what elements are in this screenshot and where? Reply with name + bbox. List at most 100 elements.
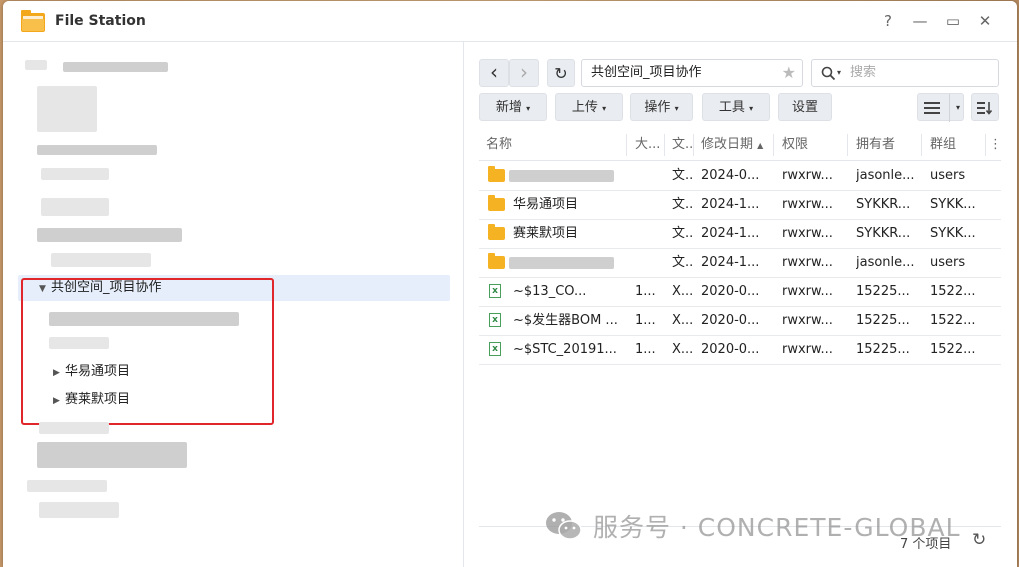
file-group: 1522... [930,284,976,299]
refresh-button[interactable]: ↻ [547,59,575,87]
file-size [635,190,661,219]
sort-button[interactable] [971,93,999,121]
file-name [513,161,625,190]
file-name: ~$13_CO... [513,284,587,299]
watermark-text: 服务号 · CONCRETE-GLOBAL [592,513,961,542]
action-button[interactable]: 操作 ▾ [630,93,693,121]
file-modified: 2024-1... [701,226,760,241]
column-header-permission[interactable]: 权限 [782,130,842,160]
file-owner: jasonle... [856,168,915,183]
column-divider[interactable] [773,134,774,156]
excel-file-icon: x [489,284,501,298]
file-permission: rwxrw... [782,226,833,241]
file-type: 文... [672,197,692,212]
close-icon[interactable]: ✕ [975,11,995,31]
file-owner: 15225... [856,313,910,328]
redacted-tree-item [41,198,109,216]
table-row[interactable]: 赛莱默项目 文... 2024-1... rwxrw... SYKKR... SYKK..… [479,219,1001,249]
create-button[interactable]: 新增 ▾ [479,93,547,121]
file-modified: 2020-0... [701,342,760,357]
dropdown-arrow-icon: ▾ [674,104,679,113]
file-size: 1... [635,342,656,357]
file-modified: 2020-0... [701,284,760,299]
red-annotation-box [21,278,274,425]
file-size [635,161,661,190]
table-row[interactable]: 文... 2024-0... rwxrw... jasonle... users [479,161,1001,191]
create-button-label: 新增 [495,100,522,115]
column-header-size[interactable]: 大... [635,130,663,160]
settings-button[interactable]: 设置 [778,93,832,121]
view-mode-button[interactable]: ▾ [917,93,964,122]
file-size [635,248,661,277]
file-permission: rwxrw... [782,342,833,357]
search-input[interactable]: ▾ 搜索 [811,59,999,87]
dropdown-arrow-icon: ▾ [602,104,607,113]
list-view-icon [924,101,940,114]
file-name: 华易通项目 [513,197,579,212]
dropdown-arrow-icon: ▾ [749,104,754,113]
file-permission: rwxrw... [782,313,833,328]
file-type: 文... [672,255,692,270]
search-placeholder: 搜索 [850,65,877,80]
redacted-tree-item [37,145,157,155]
sort-ascending-icon: ▲ [757,141,764,150]
forward-button[interactable]: › [509,59,539,87]
redacted-tree-item [37,228,182,242]
star-icon[interactable]: ★ [782,60,796,86]
file-name: ~$STC_20191... [513,342,617,357]
path-bar[interactable]: 共创空间_项目协作 ★ [581,59,803,87]
tools-button-label: 工具 [718,100,745,115]
table-row[interactable]: x ~$STC_20191... 1... X... 2020-0... rwxrw...… [479,335,1001,365]
column-menu-icon[interactable]: ⋮ [989,130,999,160]
upload-button[interactable]: 上传 ▾ [555,93,623,121]
redacted-tree-item [25,60,47,70]
file-owner: SYKKR... [856,197,911,212]
refresh-status-icon[interactable]: ↻ [972,530,986,550]
column-divider[interactable] [921,134,922,156]
wechat-icon [544,510,584,548]
dropdown-arrow-icon[interactable]: ▾ [949,94,960,122]
file-name: 赛莱默项目 [513,226,579,241]
file-type: 文... [672,168,692,183]
excel-file-icon: x [489,313,501,327]
folder-icon [488,253,505,269]
file-group: SYKK... [930,197,976,212]
column-divider[interactable] [847,134,848,156]
tools-button[interactable]: 工具 ▾ [702,93,770,121]
table-row[interactable]: 华易通项目 文... 2024-1... rwxrw... SYKKR... SYKK..… [479,190,1001,220]
column-header-type[interactable]: 文... [672,130,694,160]
redacted-tree-item [51,253,151,267]
file-group: users [930,168,966,183]
table-row[interactable]: x ~$13_CO... 1... X... 2020-0... rwxrw... 1522… [479,277,1001,307]
redacted-tree-item [39,502,119,518]
file-group: 1522... [930,313,976,328]
file-permission: rwxrw... [782,255,833,270]
table-row[interactable]: 文... 2024-1... rwxrw... jasonle... users [479,248,1001,278]
column-header-owner[interactable]: 拥有者 [856,130,916,160]
back-button[interactable]: ‹ [479,59,509,87]
column-header-modified[interactable]: 修改日期 ▲ [701,130,773,160]
minimize-icon[interactable]: — [910,11,930,31]
column-header-modified-label: 修改日期 [701,137,754,152]
column-divider[interactable] [626,134,627,156]
table-row[interactable]: x ~$发生器BOM ... 1... X... 2020-0... rwxrw... 15… [479,306,1001,336]
watermark: 服务号 · CONCRETE-GLOBAL [544,508,961,548]
help-icon[interactable]: ? [878,11,898,31]
file-modified: 2024-1... [701,197,760,212]
window-title: File Station [55,13,146,29]
file-name [513,248,625,277]
file-owner: 15225... [856,342,910,357]
column-header-group[interactable]: 群组 [930,130,980,160]
column-divider[interactable] [693,134,694,156]
maximize-icon[interactable]: ▭ [943,11,963,31]
action-button-label: 操作 [644,100,671,115]
file-list-pane: ‹ › ↻ 共创空间_项目协作 ★ ▾ 搜索 新增 ▾ 上传 ▾ 操作 ▾ 工具… [464,42,1017,567]
search-options-icon[interactable]: ▾ [837,60,841,86]
column-header-name[interactable]: 名称 [486,130,616,160]
folder-icon [488,224,505,240]
column-divider[interactable] [985,134,986,156]
file-modified: 2024-1... [701,255,760,270]
path-text: 共创空间_项目协作 [591,65,702,80]
column-divider[interactable] [664,134,665,156]
title-bar: File Station ? — ▭ ✕ [3,1,1017,42]
